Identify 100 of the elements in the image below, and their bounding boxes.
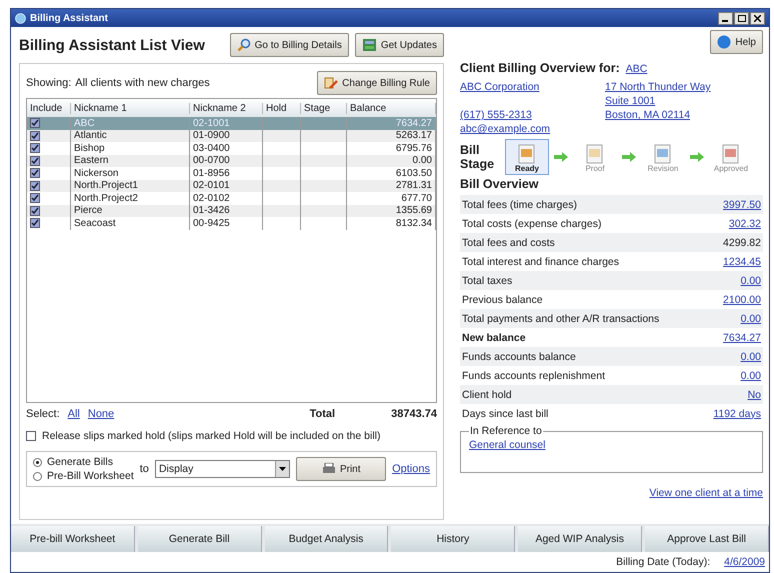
- client-link[interactable]: ABC: [626, 63, 648, 75]
- overview-value-link[interactable]: 1192 days: [713, 408, 761, 420]
- table-cell: 02-0101: [193, 180, 230, 192]
- company-link[interactable]: ABC Corporation: [460, 81, 605, 93]
- table-cell: Seacoast: [74, 218, 116, 229]
- table-cell: 8132.34: [396, 218, 432, 229]
- include-checkbox[interactable]: [30, 130, 40, 141]
- reference-legend: In Reference to: [469, 425, 543, 437]
- include-checkbox[interactable]: [30, 206, 40, 216]
- reference-link[interactable]: General counsel: [469, 439, 546, 451]
- view-one-client-link[interactable]: View one client at a time: [649, 487, 763, 499]
- overview-value-link[interactable]: 3997.50: [723, 198, 761, 210]
- stage-button[interactable]: Proof: [573, 139, 617, 175]
- overview-value-link[interactable]: 0.00: [740, 274, 761, 286]
- table-cell: 5263.17: [396, 130, 432, 142]
- overview-value-link[interactable]: 302.32: [728, 218, 761, 230]
- address-link[interactable]: 17 North Thunder Way: [605, 81, 763, 93]
- table-cell: 02-1001: [193, 118, 230, 129]
- print-button[interactable]: Print: [296, 457, 386, 481]
- overview-value-link[interactable]: 0.00: [740, 350, 761, 362]
- address-link[interactable]: Suite 1001: [605, 95, 763, 107]
- overview-label: Total interest and finance charges: [462, 256, 620, 268]
- toolbar-button[interactable]: Go to Billing Details: [230, 33, 349, 57]
- change-billing-rule-button[interactable]: Change Billing Rule: [317, 71, 437, 95]
- table-row[interactable]: North.Project1 02-0101 2781.31: [27, 180, 436, 192]
- total-value: 38743.74: [391, 408, 437, 420]
- total-label: Total: [310, 408, 336, 420]
- include-checkbox[interactable]: [30, 168, 40, 178]
- showing-label: Showing:: [26, 77, 72, 89]
- table-cell: 01-0900: [193, 130, 230, 142]
- radio-button[interactable]: [33, 458, 42, 466]
- overview-value-link[interactable]: 1234.45: [723, 256, 761, 268]
- table-row[interactable]: Nickerson 01-8956 6103.50: [27, 167, 436, 180]
- toolbar-button[interactable]: Get Updates: [354, 33, 444, 57]
- column-header[interactable]: Nickname 2: [190, 102, 263, 114]
- overview-label: New balance: [462, 332, 526, 344]
- table-cell: 02-0102: [193, 192, 230, 204]
- help-button[interactable]: Help: [710, 30, 763, 54]
- column-header[interactable]: Hold: [263, 102, 301, 114]
- table-cell: 677.70: [401, 192, 432, 204]
- action-button[interactable]: Pre-bill Worksheet: [11, 526, 135, 552]
- overview-label: Total fees (time charges): [462, 198, 577, 210]
- bill-stage-label: Bill: [460, 143, 480, 157]
- column-header[interactable]: Include: [27, 102, 71, 114]
- stage-button[interactable]: Ready: [505, 139, 549, 175]
- overview-label: Total payments and other A/R transactions: [462, 312, 660, 324]
- overview-value-link[interactable]: 2100.00: [723, 294, 761, 306]
- maximize-button[interactable]: [734, 12, 749, 24]
- document-icon: [518, 144, 536, 164]
- table-row[interactable]: Atlantic 01-0900 5263.17: [27, 130, 436, 142]
- table-cell: 00-9425: [193, 218, 230, 229]
- include-checkbox[interactable]: [30, 180, 40, 191]
- table-row[interactable]: Bishop 03-0400 6795.76: [27, 142, 436, 154]
- action-button[interactable]: Budget Analysis: [264, 526, 388, 552]
- stage-button[interactable]: Revision: [641, 139, 685, 175]
- overview-value-link[interactable]: 7634.27: [723, 332, 761, 344]
- include-checkbox[interactable]: [30, 218, 40, 228]
- overview-value-link[interactable]: No: [748, 388, 761, 400]
- overview-value-link[interactable]: 0.00: [740, 370, 761, 382]
- table-row[interactable]: Pierce 01-3426 1355.69: [27, 204, 436, 217]
- include-checkbox[interactable]: [30, 156, 40, 166]
- select-none-link[interactable]: None: [88, 408, 114, 420]
- bill-stage-label: Stage: [460, 157, 496, 171]
- column-header[interactable]: Stage: [301, 102, 347, 114]
- document-icon: [586, 144, 604, 164]
- status-date-link[interactable]: 4/6/2009: [724, 556, 765, 568]
- minimize-button[interactable]: [718, 12, 733, 24]
- select-label: Select:: [26, 408, 60, 420]
- phone-link[interactable]: (617) 555-2313: [460, 109, 605, 121]
- table-cell: Atlantic: [74, 130, 107, 142]
- help-icon: [717, 35, 732, 49]
- action-button[interactable]: History: [391, 526, 516, 552]
- close-button[interactable]: [750, 12, 765, 24]
- email-link[interactable]: abc@example.com: [460, 123, 605, 135]
- table-cell: Bishop: [74, 142, 105, 154]
- table-cell: 7634.27: [396, 118, 432, 129]
- radio-button[interactable]: [33, 472, 42, 480]
- arrow-icon: [622, 152, 636, 162]
- include-checkbox[interactable]: [30, 193, 40, 204]
- address-link[interactable]: Boston, MA 02114: [605, 109, 763, 121]
- options-link[interactable]: Options: [392, 463, 430, 475]
- release-checkbox[interactable]: [26, 431, 36, 441]
- table-row[interactable]: Seacoast 00-9425 8132.34: [27, 217, 436, 230]
- printer-icon: [322, 463, 336, 475]
- action-button[interactable]: Aged WIP Analysis: [518, 526, 642, 552]
- include-checkbox[interactable]: [30, 143, 40, 154]
- action-button[interactable]: Generate Bill: [138, 526, 262, 552]
- radio-label: Pre-Bill Worksheet: [47, 470, 134, 482]
- table-cell: 6103.50: [396, 168, 432, 179]
- stage-button[interactable]: Approved: [709, 139, 753, 175]
- overview-value-link[interactable]: 0.00: [740, 312, 761, 324]
- column-header[interactable]: Balance: [347, 102, 436, 114]
- overview-value: 4299.82: [723, 236, 761, 248]
- include-checkbox[interactable]: [30, 118, 40, 128]
- table-row[interactable]: Eastern 00-0700 0.00: [27, 154, 436, 167]
- select-all-link[interactable]: All: [68, 408, 80, 420]
- table-row[interactable]: North.Project2 02-0102 677.70: [27, 192, 436, 204]
- destination-dropdown[interactable]: Display: [154, 460, 290, 478]
- action-button[interactable]: Approve Last Bill: [645, 526, 769, 552]
- column-header[interactable]: Nickname 1: [71, 102, 190, 114]
